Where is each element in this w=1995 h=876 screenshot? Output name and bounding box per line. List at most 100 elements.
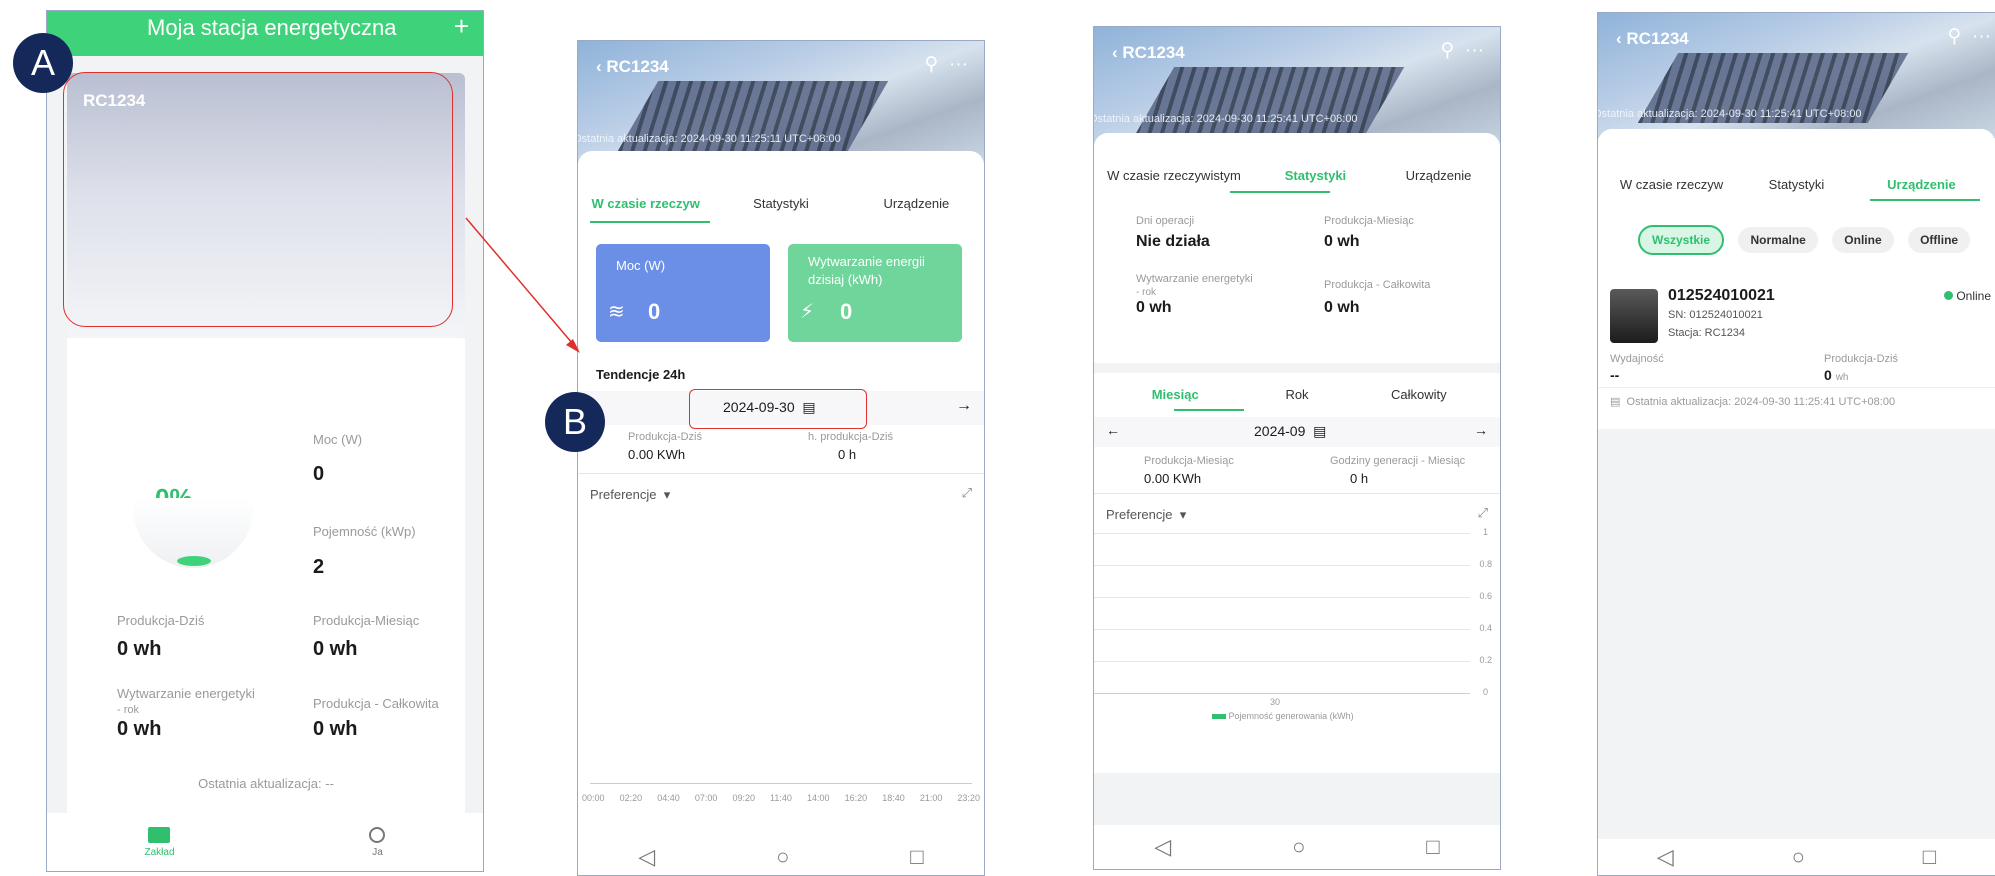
search-icon[interactable]: ⚲ (1441, 40, 1455, 61)
station-title: RC1234 (606, 57, 669, 76)
tab-stats[interactable]: Statystyki (713, 196, 848, 211)
month-picker[interactable]: 2024-09 ▤ (1254, 423, 1326, 440)
user-icon (369, 826, 386, 843)
x-tick: 30 (1270, 697, 1281, 707)
tab-stats[interactable]: Statystyki (1254, 168, 1377, 183)
tab-device[interactable]: Urządzenie (849, 196, 984, 211)
prod-calk-label: Produkcja - Całkowita (313, 696, 439, 711)
tab-realtime[interactable]: W czasie rzeczyw (578, 196, 713, 211)
device-row[interactable]: 012524010021 SN: 012524010021 Stacja: RC… (1598, 279, 1995, 419)
chip-offline[interactable]: Offline (1908, 227, 1971, 253)
energy-value: 0 (840, 299, 853, 324)
grid-line (1094, 597, 1470, 598)
pojemnosc-value: 2 (313, 556, 325, 578)
preferences-dropdown[interactable]: Preferencje ▾ (1106, 507, 1186, 523)
content-sheet: W czasie rzeczywistym Statystyki Urządze… (1094, 133, 1500, 869)
pojemnosc-label: Pojemność (kWp) (313, 524, 416, 539)
energy-card: Wytwarzanie energii dzisiaj (kWh) ⚡ 0 (788, 244, 962, 342)
search-icon[interactable]: ⚲ (925, 54, 939, 75)
energy-label-1: Wytwarzanie energii (808, 254, 925, 269)
back-nav-icon[interactable]: ◁ (1657, 844, 1674, 870)
update-row-text: Ostatnia aktualizacja: 2024-09-30 11:25:… (1626, 396, 1896, 408)
x-tick: 07:00 (694, 793, 718, 803)
callout-arrow (465, 217, 580, 353)
online-dot-icon (1943, 291, 1953, 300)
x-tick: 11:40 (770, 793, 792, 803)
today-value: 0 wh (1824, 367, 1848, 383)
back-nav-icon[interactable]: ◁ (1154, 834, 1171, 860)
month-row: ← 2024-09 ▤ → (1094, 417, 1500, 447)
back-icon: ‹ (1616, 29, 1627, 48)
x-tick: 09:20 (732, 793, 755, 803)
home-nav-icon[interactable]: ○ (1792, 844, 1805, 870)
expand-icon[interactable]: ⤢ (962, 485, 972, 501)
nav-me[interactable]: Ja (369, 826, 386, 858)
period-underline (1174, 409, 1244, 411)
recent-nav-icon[interactable]: □ (1923, 844, 1936, 870)
moc-label: Moc (W) (313, 432, 363, 447)
recent-nav-icon[interactable]: □ (910, 844, 923, 870)
tab-realtime[interactable]: W czasie rzeczywistym (1094, 168, 1254, 183)
preferences-dropdown[interactable]: Preferencje ▾ (590, 487, 670, 503)
prod-miesiac-label: Produkcja-Miesiąc (313, 613, 420, 628)
back-title[interactable]: ‹ RC1234 (1616, 29, 1689, 49)
back-nav-icon[interactable]: ◁ (638, 844, 655, 870)
back-title[interactable]: ‹ RC1234 (1112, 43, 1185, 63)
chip-online[interactable]: Online (1832, 227, 1894, 253)
dropdown-icon: ▾ (660, 487, 671, 502)
back-title[interactable]: ‹ RC1234 (596, 57, 669, 77)
power-value: 0 (648, 299, 661, 324)
screen-c: ‹ RC1234 ⚲ ··· Ostatnia aktualizacja: 20… (1093, 26, 1501, 870)
station-title: RC1234 (1626, 29, 1689, 48)
preferences-label: Preferencje (590, 487, 657, 502)
recent-nav-icon[interactable]: □ (1426, 834, 1439, 860)
chip-all[interactable]: Wszystkie (1638, 225, 1725, 255)
total-label: Produkcja - Całkowita (1324, 279, 1431, 291)
moc-value: 0 (313, 463, 325, 485)
tab-device[interactable]: Urządzenie (1848, 177, 1995, 192)
x-tick: 18:40 (882, 793, 905, 803)
prod-label: Produkcja-Dziś (628, 431, 702, 443)
year-label-2: - rok (1136, 287, 1156, 298)
wytw-label-2: - rok (117, 704, 139, 716)
legend: Pojemność generowania (kWh) (1212, 711, 1354, 721)
tab-year[interactable]: Rok (1256, 387, 1337, 402)
next-arrow-icon[interactable]: → (1474, 422, 1488, 438)
tab-bar: W czasie rzeczyw Statystyki Urządzenie (578, 196, 984, 211)
calendar-icon: ▤ (1309, 423, 1327, 439)
plant-icon (148, 826, 171, 843)
home-nav-icon[interactable]: ○ (776, 844, 789, 870)
chip-normal[interactable]: Normalne (1738, 227, 1818, 253)
prod-dzis-label: Produkcja-Dziś (117, 613, 205, 628)
tab-stats[interactable]: Statystyki (1745, 177, 1848, 192)
tab-total[interactable]: Całkowity (1338, 387, 1500, 402)
expand-icon[interactable]: ⤢ (1478, 505, 1488, 521)
prev-arrow-icon[interactable]: ← (1106, 422, 1120, 438)
power-label: Moc (W) (616, 258, 666, 273)
screen-b: ‹ RC1234 ⚲ ··· Ostatnia aktualizacja: 20… (577, 40, 985, 876)
legend-swatch (1212, 714, 1226, 720)
tab-realtime[interactable]: W czasie rzeczyw (1598, 177, 1745, 192)
grid-line (1094, 629, 1470, 630)
solar-panels-image (1133, 67, 1405, 137)
tab-month[interactable]: Miesiąc (1094, 387, 1256, 402)
more-icon[interactable]: ··· (949, 54, 968, 75)
search-icon[interactable]: ⚲ (1948, 26, 1962, 47)
year-value: 0 wh (1136, 299, 1172, 316)
more-icon[interactable]: ··· (1972, 26, 1991, 47)
more-icon[interactable]: ··· (1465, 40, 1484, 61)
grid-line (1094, 693, 1470, 694)
nav-home[interactable]: Zakład (144, 826, 175, 858)
wytw-label-1: Wytwarzanie energetyki (117, 686, 255, 701)
add-icon[interactable]: + (454, 11, 469, 42)
device-card: W czasie rzeczyw Statystyki Urządzenie W… (1598, 129, 1995, 429)
days-label: Dni operacji (1136, 215, 1195, 227)
gen-hours-label: Godziny generacji - Miesiąc (1330, 455, 1466, 467)
android-nav: ◁ ○ □ (1598, 839, 1995, 875)
tab-device[interactable]: Urządzenie (1377, 168, 1500, 183)
gen-hours-value: 0 h (1350, 471, 1369, 486)
tab-underline (1870, 199, 1980, 201)
next-arrow-icon[interactable]: → (956, 397, 972, 415)
home-nav-icon[interactable]: ○ (1292, 834, 1305, 860)
y-tick: 0 (1482, 687, 1488, 697)
